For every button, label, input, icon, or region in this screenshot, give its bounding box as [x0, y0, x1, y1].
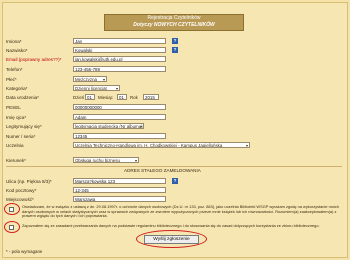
row-kod: Kod pocztowy* — [6, 187, 73, 194]
kierunek-value: Obsługa ruchu biznesu — [75, 158, 120, 163]
chevron-down-icon: ▾ — [115, 86, 118, 91]
ulica-input[interactable]: Marsza?kowska 123 — [73, 178, 166, 184]
header-subtitle: Dotyczy NOWYCH CZYTELNIKÓW — [133, 22, 215, 28]
row-imie: Imiona* — [6, 38, 73, 45]
day-label: Dzień — [73, 95, 85, 100]
chevron-down-icon: ▾ — [139, 124, 142, 129]
help-icon[interactable]: ? — [172, 38, 178, 44]
year-input[interactable]: 2015 — [143, 94, 159, 100]
imie-ojca-input[interactable]: Adam — [73, 114, 166, 120]
label-data: Data urodzenia* — [6, 95, 39, 100]
label-kod: Kod pocztowy* — [6, 188, 37, 193]
row-pesel: PESEL — [6, 104, 73, 111]
highlight-circle — [136, 230, 207, 248]
label-imie: Imiona* — [6, 39, 22, 44]
legitymacja-select[interactable]: legitymacja studencka (Nr albumu) ▾ — [73, 123, 144, 129]
label-kierunek: Kierunek* — [6, 158, 26, 163]
label-uczelnia: Uczelnia — [6, 143, 24, 148]
chevron-down-icon: ▾ — [245, 143, 248, 148]
label-pesel: PESEL — [6, 105, 21, 110]
page-header: Rejestracja Czytelników Dotyczy NOWYCH C… — [104, 14, 244, 31]
day-input[interactable]: 01 — [85, 94, 95, 100]
chevron-down-icon: ▾ — [134, 158, 137, 163]
row-data: Data urodzenia* — [6, 94, 73, 101]
label-telefon: Telefon* — [6, 67, 23, 72]
row-kierunek: Kierunek* — [6, 157, 73, 164]
month-label: Miesiąc — [98, 95, 113, 100]
row-nazwisko: Nazwisko* — [6, 47, 73, 54]
required-footnote: * - pola wymagane — [6, 249, 43, 254]
section-divider — [6, 166, 342, 167]
uczelnia-value: Uczelnia Techniczno-Handlowa im. H. Chod… — [75, 143, 223, 148]
miejscowosc-input[interactable]: Warszawa — [73, 196, 166, 202]
label-numer: Numer / seria* — [6, 134, 36, 139]
label-miejscowosc: Miejscowość* — [6, 197, 34, 202]
label-plec: Płeć* — [6, 77, 17, 82]
kierunek-select[interactable]: Obsługa ruchu biznesu ▾ — [73, 157, 139, 163]
row-miejscowosc: Miejscowość* — [6, 196, 73, 203]
year-label: Rok — [130, 95, 138, 100]
kategoria-value: Dzienni licencjat — [75, 86, 107, 91]
row-telefon: Telefon* — [6, 66, 73, 73]
help-icon[interactable]: ? — [172, 47, 178, 53]
kod-input[interactable]: 12-345 — [73, 187, 166, 193]
plec-select[interactable]: Mężczyzna ▾ — [73, 76, 107, 82]
numer-input[interactable]: 12345 — [73, 133, 166, 139]
label-legitymacja: Legitymujący się* — [6, 124, 42, 129]
label-kategoria: Kategoria* — [6, 86, 28, 91]
row-kategoria: Kategoria* — [6, 85, 73, 92]
row-email: Email (poprawny adres??)* — [6, 56, 73, 63]
row-uczelnia: Uczelnia — [6, 142, 73, 149]
help-icon[interactable]: ? — [172, 178, 178, 184]
uczelnia-select[interactable]: Uczelnia Techniczno-Handlowa im. H. Chod… — [73, 142, 250, 148]
header-title: Rejestracja Czytelników — [147, 15, 201, 21]
legitymacja-value: legitymacja studencka (Nr albumu) — [75, 124, 143, 129]
chevron-down-icon: ▾ — [102, 77, 105, 82]
row-legitymacja: Legitymujący się* — [6, 123, 73, 130]
nazwisko-input[interactable]: Kowalski — [73, 47, 166, 53]
consent-text-2: Zapoznałem się ze zasadami przetwarzania… — [22, 223, 320, 228]
row-plec: Płeć* — [6, 76, 73, 83]
pesel-input[interactable]: 00000000000 — [73, 104, 166, 110]
imie-input[interactable]: Jan — [73, 38, 166, 44]
label-email: Email (poprawny adres??)* — [6, 57, 62, 62]
kategoria-select[interactable]: Dzienni licencjat ▾ — [73, 85, 120, 91]
label-nazwisko: Nazwisko* — [6, 48, 28, 53]
row-imie-ojca: Imię ojca* — [6, 114, 73, 121]
highlight-circle — [4, 203, 20, 215]
month-input[interactable]: 01 — [117, 94, 127, 100]
label-ulica: Ulica (np. Piękna 8/3)* — [6, 179, 52, 184]
highlight-circle — [4, 221, 20, 233]
row-numer: Numer / seria* — [6, 133, 73, 140]
consent-text-1: Oświadczam, że w związku z ustawą z dn. … — [22, 204, 339, 219]
plec-value: Mężczyzna — [75, 77, 97, 82]
address-section-title: ADRES STAŁEGO ZAMELDOWANIA — [124, 168, 201, 173]
email-input[interactable]: jan.kowalski@uth.edu.pl — [73, 56, 166, 62]
label-imie-ojca: Imię ojca* — [6, 115, 27, 120]
telefon-input[interactable]: 123-456-789 — [73, 66, 166, 72]
row-ulica: Ulica (np. Piękna 8/3)* — [6, 178, 73, 185]
